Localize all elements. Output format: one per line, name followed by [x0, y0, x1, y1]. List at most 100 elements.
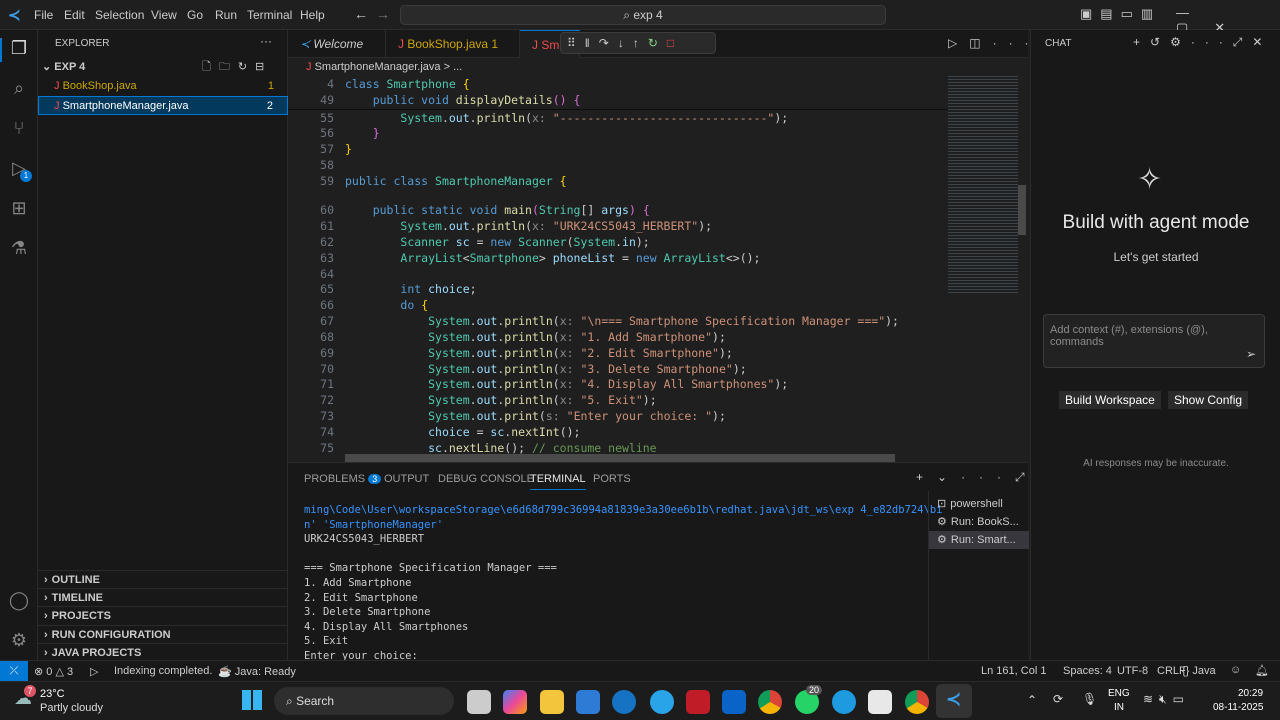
code-line[interactable]: 74 choice = sc.nextInt();	[288, 424, 580, 440]
terminal-output[interactable]: ming\Code\User\workspaceStorage\e6d68d79…	[304, 503, 942, 664]
code-line[interactable]: 61 System.out.println(x: "URK24CS5043_HE…	[288, 218, 712, 234]
debug-toolbar[interactable]: ⠿‖↷↓↑↻□	[560, 32, 716, 54]
code-line[interactable]: 59 public class SmartphoneManager {	[288, 173, 566, 189]
menu-run[interactable]: Run	[215, 8, 237, 22]
section-projects[interactable]: › PROJECTS	[38, 606, 288, 625]
code-line[interactable]: 60 public static void main(String[] args…	[288, 202, 650, 218]
vscode-taskbar-button[interactable]: ≺	[936, 684, 972, 718]
search-icon[interactable]: ⌕	[8, 78, 30, 100]
tab-welcome[interactable]: ≺ Welcome	[288, 30, 386, 58]
code-line[interactable]: 49 public void displayDetails() {	[288, 92, 948, 108]
tab-bookshop[interactable]: J BookShop.java 1	[386, 30, 520, 58]
menu-edit[interactable]: Edit	[64, 8, 85, 22]
code-line[interactable]: 57}	[288, 141, 352, 157]
code-line[interactable]: 68 System.out.println(x: "1. Add Smartph…	[288, 329, 726, 345]
hp-icon[interactable]	[612, 690, 636, 714]
menu-file[interactable]: File	[34, 8, 53, 22]
java-status[interactable]: ☕ Java: Ready	[218, 665, 296, 678]
send-icon[interactable]: ➢	[1246, 347, 1256, 361]
account-icon[interactable]: ◯	[8, 590, 30, 612]
mcafee-icon[interactable]	[686, 690, 710, 714]
section-run-configuration[interactable]: › RUN CONFIGURATION	[38, 624, 288, 644]
tab-debug-console[interactable]: DEBUG CONSOLE	[438, 473, 534, 485]
problems-status[interactable]: ⊗ 0 △ 3	[34, 665, 73, 678]
horizontal-scrollbar[interactable]	[345, 454, 895, 462]
tab-problems[interactable]: PROBLEMS 3	[304, 473, 382, 485]
menu-selection[interactable]: Selection	[95, 8, 144, 22]
menu-view[interactable]: View	[151, 8, 177, 22]
layout-icons[interactable]: ▣▤▭▥	[1080, 6, 1161, 22]
build-workspace-button[interactable]: Build Workspace	[1059, 391, 1161, 409]
cursor-position[interactable]: Ln 161, Col 1	[981, 665, 1046, 677]
clock-date[interactable]: 08-11-2025	[1213, 702, 1263, 713]
sync-icon[interactable]: ⟳	[1053, 692, 1063, 706]
menu-go[interactable]: Go	[187, 8, 203, 22]
restart-icon[interactable]: ↻	[648, 36, 667, 50]
breadcrumb[interactable]: J SmartphoneManager.java > ...	[306, 61, 462, 73]
tray-chevron-icon[interactable]: ⌃	[1027, 693, 1037, 707]
source-control-icon[interactable]: ⑂	[8, 118, 30, 140]
remote-icon[interactable]: ⤫	[0, 661, 28, 682]
section-java-projects[interactable]: › JAVA PROJECTS	[38, 642, 288, 662]
code-line[interactable]: 71 System.out.println(x: "4. Display All…	[288, 376, 788, 392]
snipping-tool-icon[interactable]	[868, 690, 892, 714]
command-center-search[interactable]: ⌕ exp 4	[400, 5, 886, 25]
tab-terminal[interactable]: TERMINAL	[530, 473, 586, 490]
drag-handle-icon[interactable]: ⠿	[567, 36, 585, 50]
language-indicator[interactable]: ENG	[1108, 688, 1130, 699]
forward-arrow-icon[interactable]: →	[376, 6, 390, 22]
code-line[interactable]: 66 do {	[288, 297, 428, 313]
code-line[interactable]: 70 System.out.println(x: "3. Delete Smar…	[288, 361, 747, 377]
minimap[interactable]	[948, 74, 1018, 294]
wifi-volume-battery-icons[interactable]: ≋🔇︎▭	[1143, 692, 1190, 707]
terminal-session[interactable]: ⊡ powershell	[929, 495, 1029, 513]
edge-icon[interactable]	[832, 690, 856, 714]
chat-input[interactable]: Add context (#), extensions (@), command…	[1043, 314, 1265, 368]
code-line[interactable]: 65 int choice;	[288, 281, 476, 297]
tab-output[interactable]: OUTPUT	[384, 473, 429, 485]
back-arrow-icon[interactable]: ←	[354, 6, 368, 22]
chrome-profile-icon[interactable]	[905, 690, 929, 714]
section-timeline[interactable]: › TIMELINE	[38, 588, 288, 607]
code-line[interactable]: 4 class Smartphone {	[288, 76, 948, 92]
menu-help[interactable]: Help	[300, 8, 325, 22]
code-line[interactable]: 72 System.out.println(x: "5. Exit");	[288, 392, 657, 408]
terminal-session[interactable]: ⚙ Run: Smart...	[929, 531, 1029, 549]
extensions-icon[interactable]: ⊞	[8, 198, 30, 220]
file-explorer-icon[interactable]	[540, 690, 564, 714]
section-outline[interactable]: › OUTLINE	[38, 570, 288, 589]
encoding[interactable]: UTF-8	[1117, 665, 1148, 677]
start-button[interactable]	[242, 690, 262, 710]
code-line[interactable]: 55 System.out.println(x: "--------------…	[288, 110, 788, 126]
clock-time[interactable]: 20:29	[1238, 688, 1263, 699]
testing-icon[interactable]: ⚗	[8, 238, 30, 260]
microphone-icon[interactable]: 🎙︎	[1082, 692, 1097, 706]
code-line[interactable]: 62 Scanner sc = new Scanner(System.in);	[288, 234, 650, 250]
step-over-icon[interactable]: ↷	[599, 36, 618, 50]
pause-icon[interactable]: ‖	[585, 36, 599, 50]
step-into-icon[interactable]: ↓	[618, 36, 633, 50]
code-line[interactable]: 56 }	[288, 125, 380, 141]
code-line[interactable]: 58	[288, 157, 345, 173]
code-line[interactable]: 69 System.out.println(x: "2. Edit Smartp…	[288, 345, 733, 361]
terminal-session[interactable]: ⚙ Run: BookS...	[929, 513, 1029, 531]
file-bookshop[interactable]: J BookShop.java 1	[38, 77, 288, 96]
help-icon[interactable]	[650, 690, 674, 714]
taskbar-search[interactable]: ⌕ Search	[274, 687, 454, 715]
copilot-icon[interactable]: ☺	[1230, 664, 1241, 676]
menu-terminal[interactable]: Terminal	[247, 8, 292, 22]
editor-actions[interactable]: ▷◫···	[948, 36, 1041, 50]
notifications-bell-icon[interactable]: 🔔︎	[1255, 664, 1269, 677]
step-out-icon[interactable]: ↑	[633, 36, 648, 50]
explorer-toolbar-icons[interactable]: 🗋🗀↻⊟	[202, 58, 272, 77]
code-line[interactable]: 67 System.out.println(x: "\n=== Smartpho…	[288, 313, 899, 329]
code-line[interactable]: 63 ArrayList<Smartphone> phoneList = new…	[288, 250, 760, 266]
folder-exp4[interactable]: ⌄ EXP 4 🗋🗀↻⊟	[38, 58, 288, 77]
explorer-icon[interactable]: ❐	[8, 38, 30, 60]
language-mode[interactable]: {} Java	[1182, 665, 1216, 677]
settings-gear-icon[interactable]: ⚙	[8, 630, 30, 652]
code-line[interactable]: 64	[288, 266, 345, 282]
indentation[interactable]: Spaces: 4	[1063, 665, 1112, 677]
stop-icon[interactable]: □	[667, 36, 683, 50]
vertical-scrollbar[interactable]	[1018, 185, 1026, 235]
